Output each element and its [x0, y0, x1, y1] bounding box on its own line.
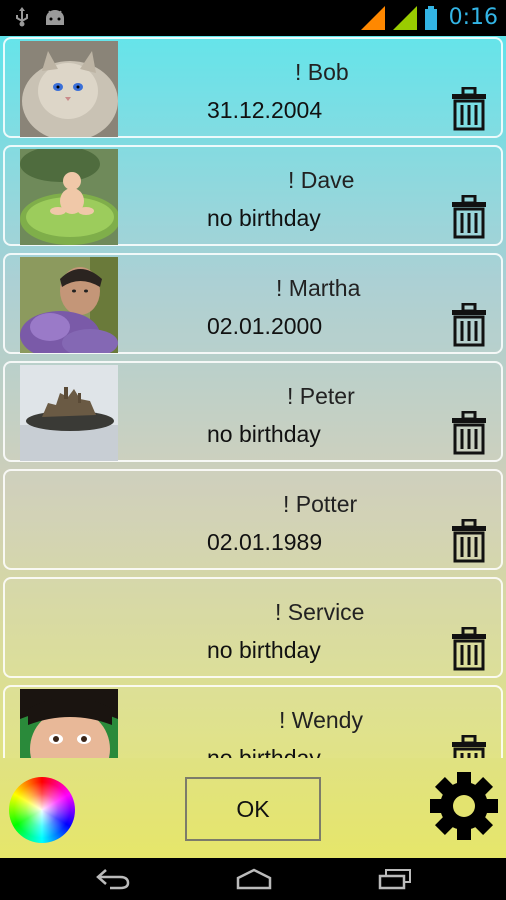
contact-name: ! Peter [287, 383, 355, 409]
contact-photo [20, 41, 118, 137]
usb-icon [16, 7, 28, 27]
clock: 0:16 [448, 5, 498, 30]
trash-icon[interactable] [451, 627, 487, 671]
contact-photo [20, 689, 118, 758]
contact-photo [20, 149, 118, 245]
trash-icon[interactable] [451, 735, 487, 758]
status-bar: 0:16 [0, 0, 506, 36]
contact-birthday: no birthday [207, 421, 321, 447]
contact-list[interactable]: ! Bob 31.12.2004 ! Dave no birthday ! Ma… [0, 36, 506, 758]
contact-name: ! Bob [295, 59, 349, 85]
android-icon [46, 10, 64, 25]
trash-icon[interactable] [451, 195, 487, 239]
contact-birthday: no birthday [207, 637, 321, 663]
bottom-bar: OK [0, 758, 506, 858]
contact-name: ! Martha [276, 275, 361, 301]
recent-apps-icon[interactable] [378, 868, 412, 890]
contact-photo [20, 365, 118, 461]
contact-name: ! Wendy [279, 707, 363, 733]
list-item[interactable]: ! Dave no birthday [3, 145, 503, 246]
list-item[interactable]: ! Wendy no birthday [3, 685, 503, 758]
color-wheel-icon[interactable] [9, 777, 75, 843]
app-content: ! Bob 31.12.2004 ! Dave no birthday ! Ma… [0, 36, 506, 858]
contact-birthday: no birthday [207, 205, 321, 231]
trash-icon[interactable] [451, 303, 487, 347]
contact-photo [20, 257, 118, 353]
battery-icon [424, 5, 437, 30]
contact-name: ! Potter [283, 491, 358, 517]
signal-orange-icon [360, 5, 385, 30]
trash-icon[interactable] [451, 519, 487, 563]
list-item[interactable]: ! Martha 02.01.2000 [3, 253, 503, 354]
home-icon[interactable] [236, 868, 272, 890]
ok-button[interactable]: OK [185, 777, 321, 841]
gear-icon[interactable] [428, 770, 500, 842]
contact-birthday: 02.01.2000 [207, 313, 323, 339]
list-item[interactable]: ! Service no birthday [3, 577, 503, 678]
trash-icon[interactable] [451, 411, 487, 455]
list-item[interactable]: ! Peter no birthday [3, 361, 503, 462]
trash-icon[interactable] [451, 87, 487, 131]
contact-name: ! Dave [288, 167, 355, 193]
contact-birthday: 31.12.2004 [207, 97, 323, 123]
back-icon[interactable] [96, 868, 130, 890]
list-item[interactable]: ! Potter 02.01.1989 [3, 469, 503, 570]
contact-birthday: no birthday [207, 745, 321, 758]
navigation-bar [0, 858, 506, 900]
list-item[interactable]: ! Bob 31.12.2004 [3, 37, 503, 138]
contact-birthday: 02.01.1989 [207, 529, 323, 555]
contact-name: ! Service [275, 599, 365, 625]
signal-green-icon [392, 5, 417, 30]
